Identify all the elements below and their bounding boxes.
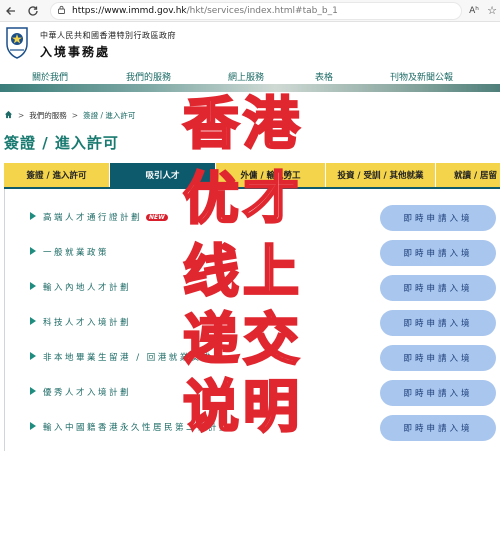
- hksar-emblem-logo[interactable]: [4, 26, 30, 60]
- breadcrumb-separator: >: [18, 111, 25, 120]
- overlay-char: 才: [242, 166, 301, 232]
- overlay-char: 说: [182, 374, 241, 440]
- triangle-bullet-icon: [30, 282, 36, 290]
- apply-now-button[interactable]: 即時申請入境: [380, 275, 496, 301]
- scheme-link[interactable]: 輸入內地人才計劃: [43, 281, 131, 293]
- triangle-bullet-icon: [30, 352, 36, 360]
- back-arrow-icon[interactable]: [0, 0, 22, 22]
- apply-now-button[interactable]: 即時申請入境: [380, 345, 496, 371]
- overlay-char: 交: [242, 307, 301, 373]
- overlay-char: 香: [182, 91, 241, 157]
- read-aloud-button[interactable]: Aʰ: [464, 6, 484, 16]
- overlay-char: 上: [242, 239, 301, 305]
- nav-our-services[interactable]: 我們的服務: [126, 70, 171, 83]
- page-title: 簽證 / 進入許可: [4, 134, 119, 152]
- triangle-bullet-icon: [30, 247, 36, 255]
- overlay-char: 递: [182, 307, 241, 373]
- apply-now-button[interactable]: 即時申請入境: [380, 415, 496, 441]
- scheme-link[interactable]: 高端人才通行證計劃 NEW: [43, 211, 168, 223]
- site-header: 中華人民共和國香港特別行政區政府 入境事務處: [0, 22, 500, 66]
- tab-investment-training[interactable]: 投資 / 受訓 / 其他就業: [326, 163, 436, 187]
- breadcrumb-separator: >: [71, 111, 79, 120]
- home-icon[interactable]: [4, 110, 13, 121]
- scheme-link[interactable]: 優秀人才入境計劃: [43, 386, 131, 398]
- lock-icon[interactable]: [57, 5, 66, 17]
- triangle-bullet-icon: [30, 212, 36, 220]
- nav-forms[interactable]: 表格: [315, 70, 333, 83]
- breadcrumb-our-services[interactable]: 我們的服務: [29, 110, 67, 121]
- browser-toolbar: https://www.immd.gov.hk/hkt/services/ind…: [0, 0, 500, 22]
- overlay-char: 港: [242, 91, 301, 157]
- overlay-char: 明: [242, 374, 301, 440]
- url-path: /hkt/services/index.html#tab_b_1: [186, 5, 338, 16]
- apply-now-button[interactable]: 即時申請入境: [380, 310, 496, 336]
- main-nav: 關於我們 我們的服務 網上服務 表格 刊物及新聞公報: [0, 68, 500, 84]
- page: https://www.immd.gov.hk/hkt/services/ind…: [0, 0, 500, 560]
- nav-publications-press[interactable]: 刊物及新聞公報: [390, 70, 453, 83]
- nav-about-us[interactable]: 關於我們: [32, 70, 68, 83]
- tab-study-residence[interactable]: 就讀 / 居留: [436, 163, 500, 187]
- scheme-link[interactable]: 科技人才入境計劃: [43, 316, 131, 328]
- overlay-char: 线: [182, 239, 241, 305]
- triangle-bullet-icon: [30, 387, 36, 395]
- overlay-char: 优: [182, 166, 241, 232]
- triangle-bullet-icon: [30, 317, 36, 325]
- refresh-icon[interactable]: [22, 0, 44, 22]
- triangle-bullet-icon: [30, 422, 36, 430]
- government-name: 中華人民共和國香港特別行政區政府: [40, 31, 176, 40]
- breadcrumb: > 我們的服務 > 簽證 / 進入許可: [4, 110, 135, 121]
- favorite-star-icon[interactable]: ☆: [484, 4, 500, 17]
- department-name[interactable]: 入境事務處: [40, 43, 110, 60]
- apply-now-button[interactable]: 即時申請入境: [380, 240, 496, 266]
- new-badge: NEW: [146, 214, 168, 221]
- apply-now-button[interactable]: 即時申請入境: [380, 205, 496, 231]
- address-bar[interactable]: https://www.immd.gov.hk/hkt/services/ind…: [50, 1, 462, 20]
- tab-visa-entry-permit[interactable]: 簽證 / 進入許可: [4, 163, 110, 187]
- scheme-link[interactable]: 一般就業政策: [43, 246, 109, 258]
- nav-online-services[interactable]: 網上服務: [228, 70, 264, 83]
- url-host: https://www.immd.gov.hk: [72, 5, 187, 16]
- apply-now-button[interactable]: 即時申請入境: [380, 380, 496, 406]
- breadcrumb-current: 簽證 / 進入許可: [83, 111, 136, 120]
